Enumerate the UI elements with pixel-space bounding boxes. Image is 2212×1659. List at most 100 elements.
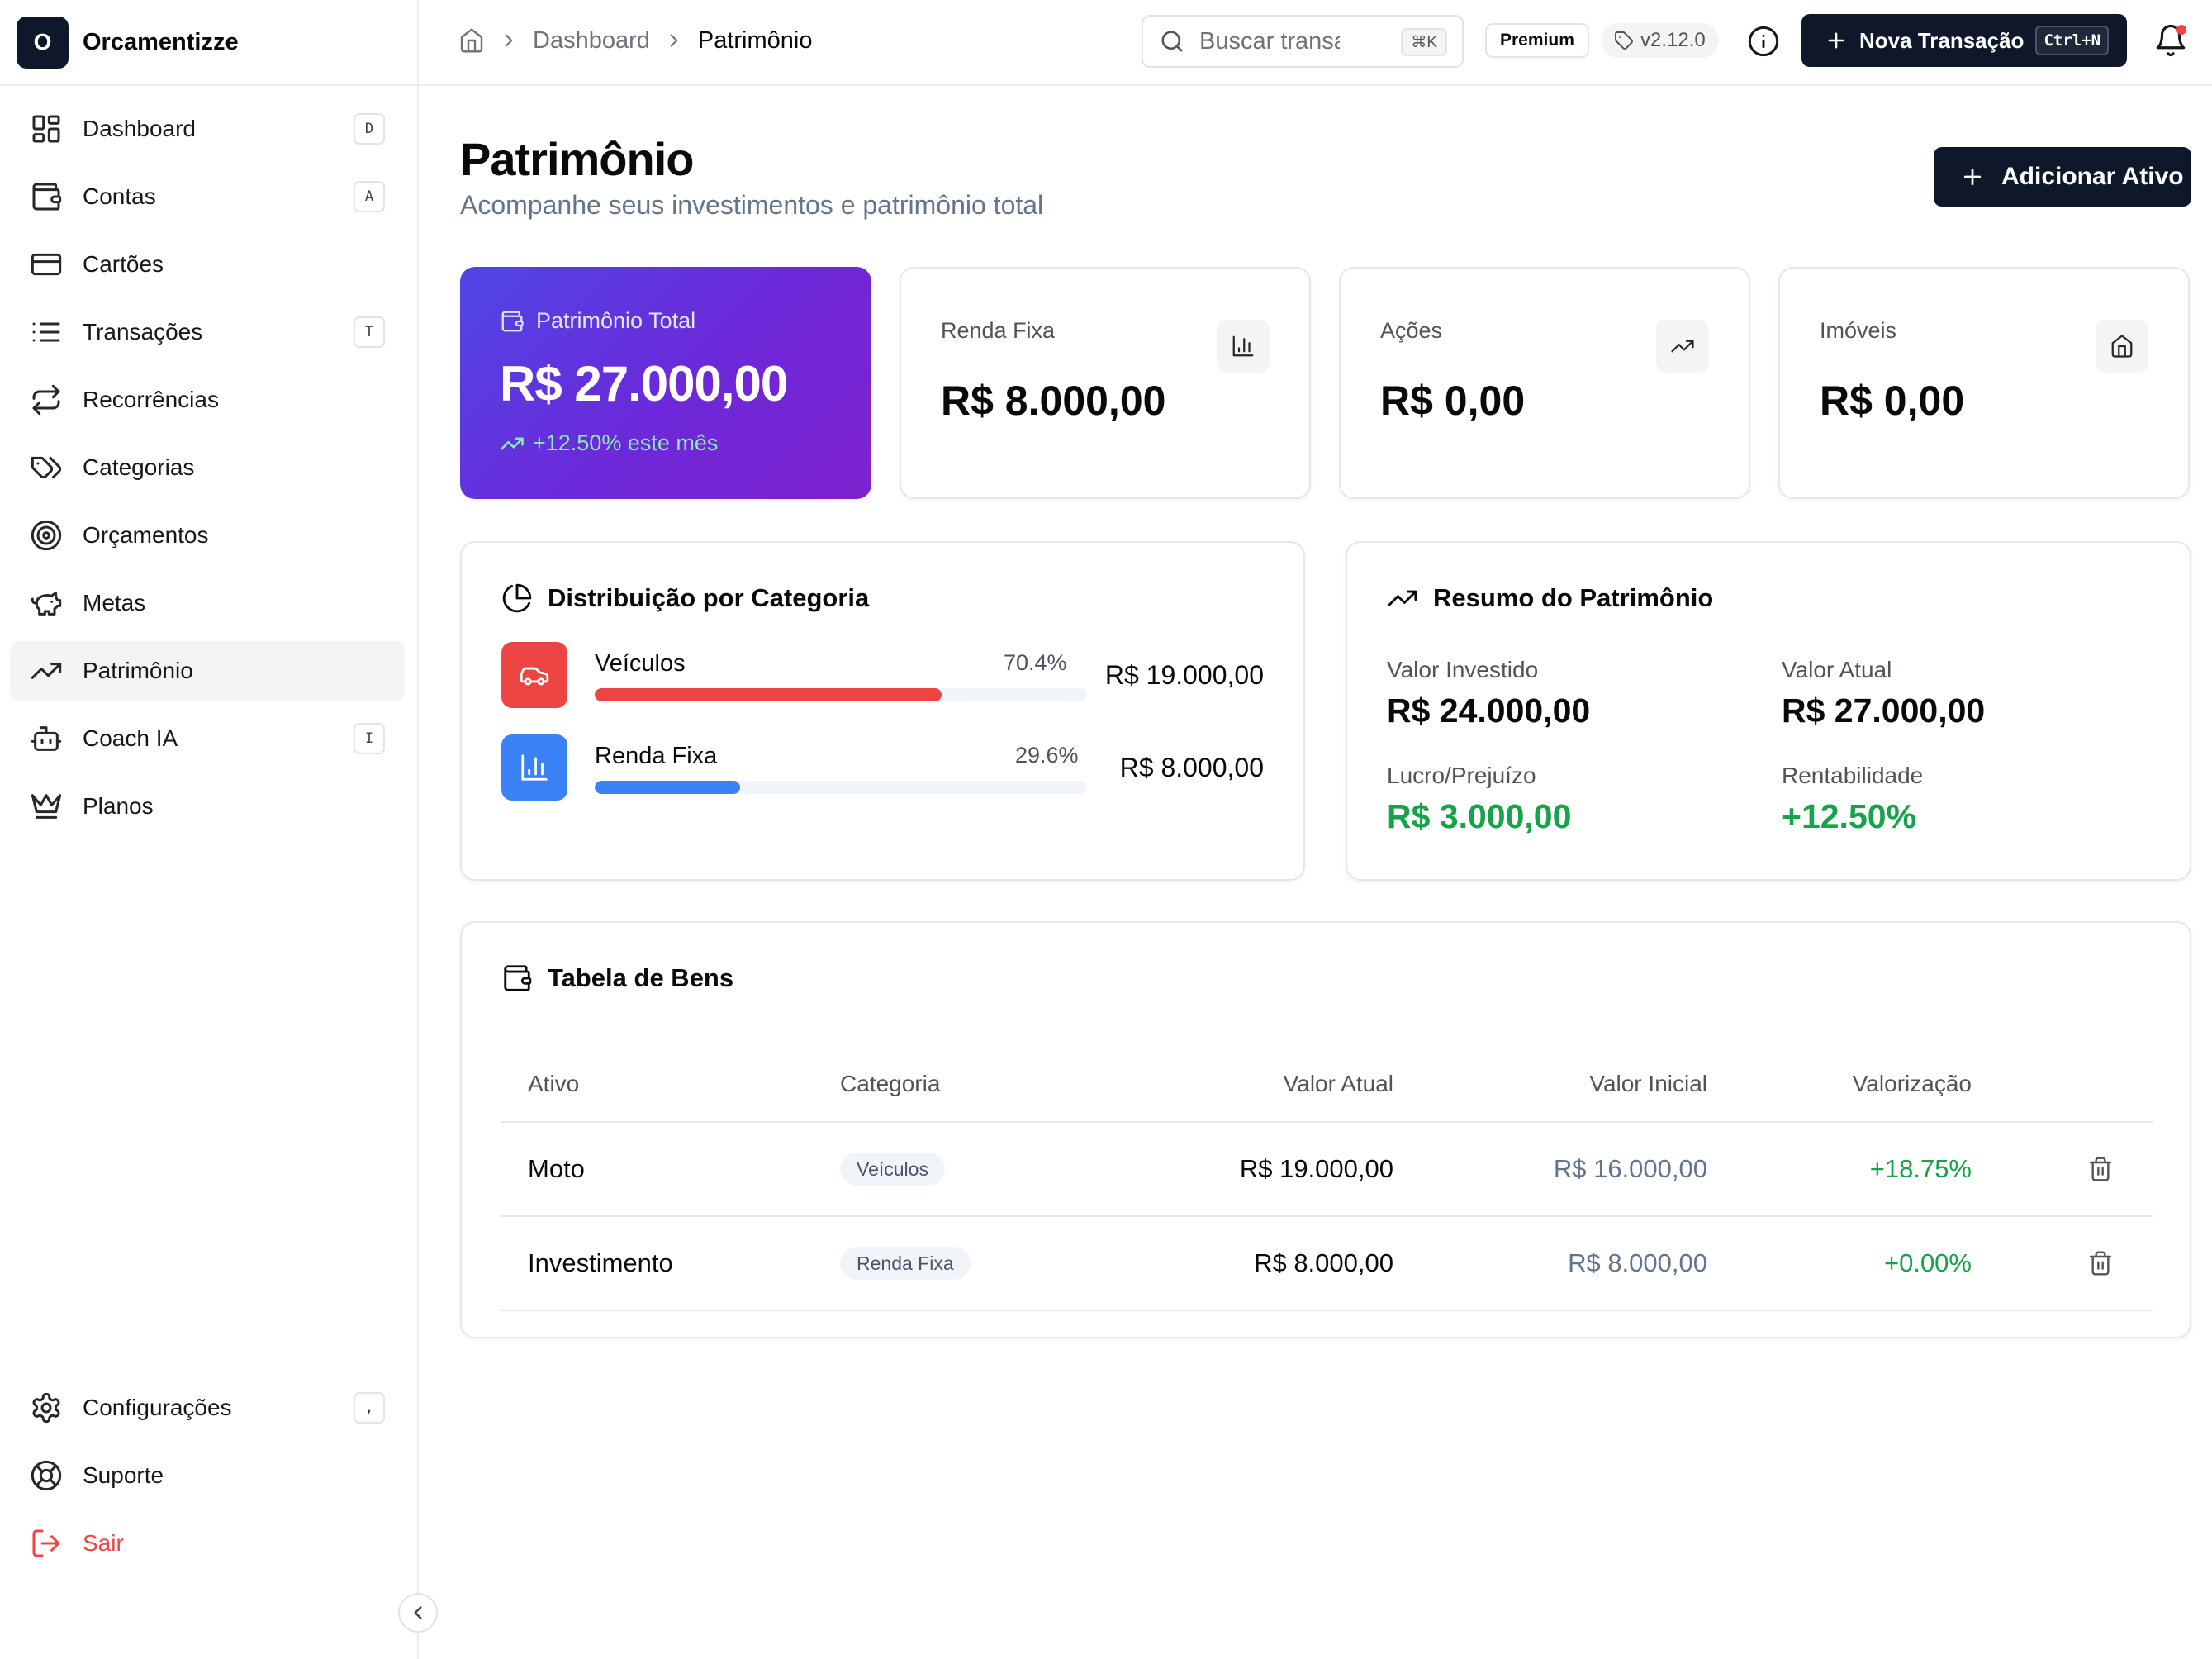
tag-icon [1615, 31, 1633, 50]
summary-value: R$ 3.000,00 [1387, 797, 1572, 835]
wallet-icon [32, 183, 62, 211]
sidebar-item-label: Cartões [83, 251, 164, 277]
bar-chart-icon [521, 754, 548, 781]
trash-icon [2089, 1251, 2112, 1276]
category-icon-box [501, 734, 567, 801]
sidebar-item-contas[interactable]: Contas A [10, 167, 405, 226]
sidebar-item-metas[interactable]: Metas [10, 573, 405, 633]
summary-value: R$ 27.000,00 [1782, 692, 1986, 730]
plus-icon [1828, 32, 1844, 49]
table-row: Investimento Renda Fixa R$ 8.000,00 R$ 8… [501, 1217, 2153, 1311]
current-value: R$ 8.000,00 [1254, 1248, 1393, 1277]
wallet-icon [504, 965, 532, 991]
layout-grid-icon [32, 115, 60, 143]
section-title-text: Distribuição por Categoria [548, 583, 870, 612]
sidebar-item-label: Orçamentos [83, 522, 209, 548]
sidebar-item-label: Categorias [83, 454, 195, 480]
imoveis-card: Imóveis R$ 0,00 [1778, 267, 2190, 499]
trending-up-icon [1388, 590, 1417, 606]
stat-icon-box [2096, 320, 2148, 373]
brand-logo: O [17, 16, 69, 69]
sidebar-item-label: Contas [83, 183, 156, 209]
delete-asset-button[interactable] [2087, 1250, 2114, 1276]
asset-name: Investimento [528, 1248, 673, 1277]
sidebar-item-label: Coach IA [83, 725, 178, 751]
distribution-title: Distribuição por Categoria [501, 582, 1264, 614]
category-amount: R$ 8.000,00 [1119, 753, 1264, 782]
chevron-left-icon [414, 1606, 422, 1619]
shortcut-badge: T [354, 316, 385, 348]
sidebar-item-recorrencias[interactable]: Recorrências [10, 370, 405, 430]
sidebar-item-label: Sair [83, 1530, 124, 1556]
summary-value: R$ 24.000,00 [1387, 692, 1591, 730]
section-title-text: Resumo do Patrimônio [1433, 583, 1714, 612]
sidebar: O Orcamentizze Dashboard D Contas A Cart… [0, 0, 419, 1659]
sidebar-item-cartoes[interactable]: Cartões [10, 235, 405, 294]
assets-table-card: Tabela de Bens Ativo Categoria Valor Atu… [460, 921, 2191, 1338]
pie-chart-icon [502, 583, 532, 613]
distribution-card: Distribuição por Categoria Veículos 70.4… [460, 541, 1305, 881]
new-transaction-button[interactable]: Nova Transação Ctrl+N [1801, 14, 2127, 67]
sidebar-item-configuracoes[interactable]: Configurações , [10, 1378, 405, 1438]
category-bar-track [595, 781, 1087, 794]
new-transaction-shortcut: Ctrl+N [2035, 26, 2110, 55]
sidebar-item-patrimonio[interactable]: Patrimônio [10, 641, 405, 701]
collapse-sidebar-button[interactable] [398, 1593, 438, 1633]
category-percent: 29.6% [1015, 743, 1079, 768]
list-icon [32, 322, 60, 342]
sidebar-item-coach-ia[interactable]: Coach IA I [10, 709, 405, 768]
sidebar-item-orcamentos[interactable]: Orçamentos [10, 506, 405, 565]
section-title-text: Tabela de Bens [548, 963, 734, 992]
sidebar-item-label: Metas [83, 590, 146, 616]
page-title: Patrimônio [460, 133, 694, 185]
sidebar-item-dashboard[interactable]: Dashboard D [10, 99, 405, 159]
stat-icon-box [1656, 320, 1709, 373]
sidebar-item-suporte[interactable]: Suporte [10, 1446, 405, 1505]
total-wealth-label: Patrimônio Total [536, 308, 696, 333]
home-icon[interactable] [458, 27, 485, 54]
breadcrumb-link[interactable]: Dashboard [533, 27, 650, 55]
summary-invested: Valor Investido R$ 24.000,00 [1387, 657, 1590, 730]
distribution-row-renda-fixa: Renda Fixa 29.6% R$ 8.000,00 [501, 734, 1264, 801]
car-icon [520, 667, 549, 686]
shortcut-badge: A [354, 181, 385, 212]
category-bar-track [595, 688, 1087, 701]
sidebar-item-categorias[interactable]: Categorias [10, 438, 405, 497]
sidebar-item-planos[interactable]: Planos [10, 777, 405, 836]
column-header: Valor Atual [1283, 1071, 1393, 1096]
summary-card: Resumo do Patrimônio Valor Investido R$ … [1346, 541, 2191, 881]
version-badge: v2.12.0 [1601, 23, 1719, 58]
bot-icon [31, 726, 62, 751]
shortcut-badge: I [354, 723, 385, 754]
target-icon [31, 520, 62, 551]
home-icon [2111, 335, 2133, 358]
initial-value: R$ 16.000,00 [1553, 1154, 1707, 1183]
summary-profit: Lucro/Prejuízo R$ 3.000,00 [1387, 763, 1571, 836]
sidebar-item-sair[interactable]: Sair [10, 1514, 405, 1573]
summary-label: Lucro/Prejuízo [1387, 763, 1536, 788]
chevron-right-icon [670, 34, 678, 47]
gear-icon [32, 1392, 60, 1424]
initial-value: R$ 8.000,00 [1568, 1248, 1707, 1277]
distribution-row-veiculos: Veículos 70.4% R$ 19.000,00 [501, 642, 1264, 708]
category-name: Veículos [595, 650, 686, 677]
info-icon[interactable] [1747, 25, 1780, 58]
category-pill: Veículos [840, 1153, 945, 1186]
sidebar-item-transacoes[interactable]: Transações T [10, 302, 405, 362]
total-wealth-delta-text: +12.50% este mês [533, 430, 719, 455]
trending-up-icon [31, 663, 62, 679]
log-out-icon [32, 1529, 60, 1557]
shortcut-badge: , [354, 1392, 385, 1424]
stat-icon-box [1217, 320, 1270, 373]
notifications-button[interactable] [2153, 23, 2188, 58]
category-name: Renda Fixa [595, 743, 718, 769]
search-box[interactable]: ⌘K [1142, 15, 1464, 68]
category-pill: Renda Fixa [840, 1247, 971, 1280]
search-input[interactable] [1199, 27, 1340, 55]
brand[interactable]: O Orcamentizze [0, 0, 417, 86]
asset-name: Moto [528, 1154, 585, 1183]
add-asset-button[interactable]: Adicionar Ativo [1934, 147, 2191, 207]
table-row: Moto Veículos R$ 19.000,00 R$ 16.000,00 … [501, 1123, 2153, 1217]
delete-asset-button[interactable] [2087, 1156, 2114, 1182]
column-header: Ativo [528, 1071, 580, 1096]
